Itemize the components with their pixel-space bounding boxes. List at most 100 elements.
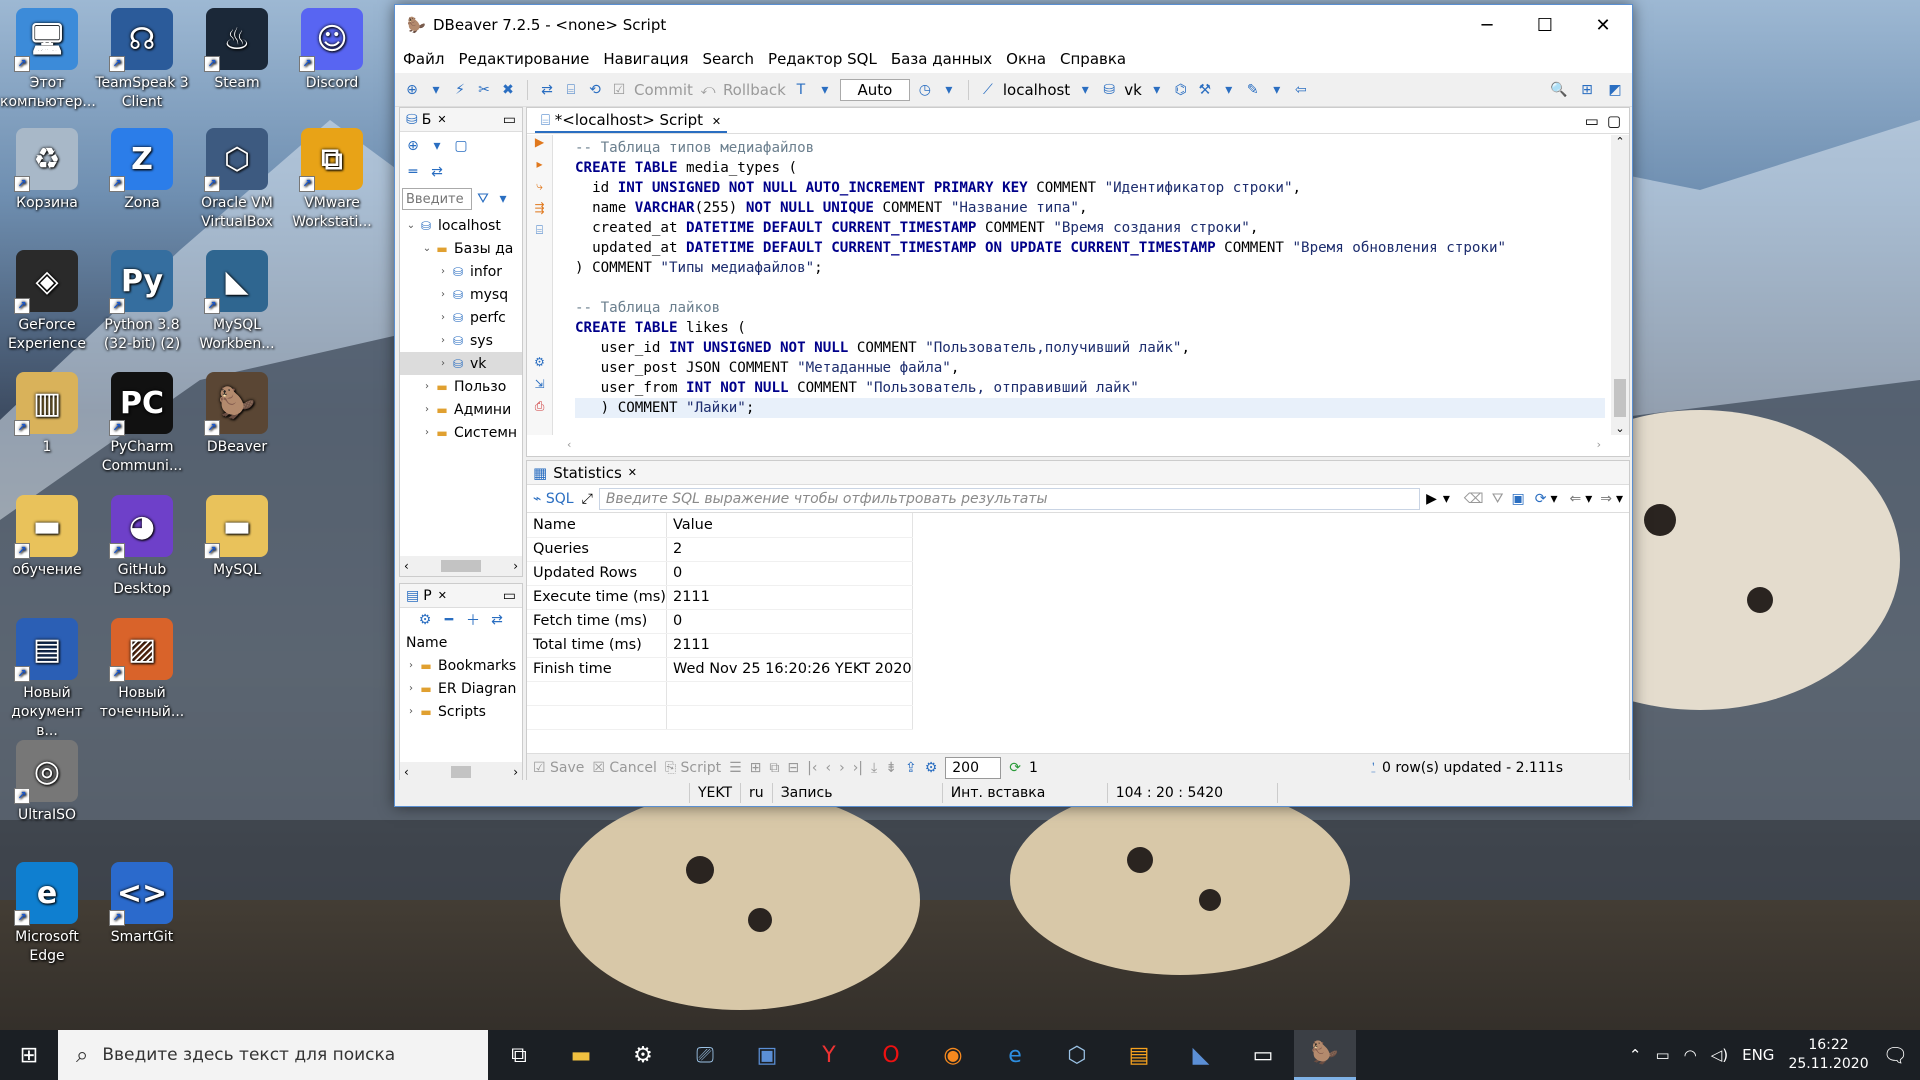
- desktop-icon[interactable]: ◣ ↗ MySQL Workben...: [190, 250, 284, 354]
- search-icon[interactable]: 🔍: [1550, 81, 1568, 99]
- results-tab-label[interactable]: Statistics: [553, 464, 622, 482]
- expand-icon[interactable]: ›: [404, 660, 418, 671]
- active-connection-select[interactable]: localhost: [1003, 81, 1070, 99]
- export-icon[interactable]: ⇲: [527, 377, 552, 399]
- navigator-tree-item[interactable]: › ▬ Пользо: [400, 375, 522, 398]
- new-connection-icon[interactable]: ⊕: [404, 137, 422, 155]
- perspective-icon[interactable]: ⊞: [1578, 81, 1596, 99]
- commit-mode-field[interactable]: Auto: [839, 78, 910, 101]
- edit-row-icon[interactable]: ☰: [729, 760, 742, 776]
- desktop-icon[interactable]: ⧉ ↗ VMware Workstati...: [285, 128, 379, 232]
- expand-icon[interactable]: ›: [420, 404, 434, 415]
- next-page-icon[interactable]: ›: [839, 760, 845, 776]
- desktop-icon[interactable]: ♨ ↗ Steam: [190, 8, 284, 93]
- remote-desktop-icon[interactable]: ⎚: [674, 1030, 736, 1080]
- desktop-icon[interactable]: ☊ ↗ TeamSpeak 3 Client: [95, 8, 189, 112]
- forward-icon[interactable]: ⇒: [1600, 491, 1612, 507]
- explain-icon[interactable]: ⌸: [527, 223, 552, 245]
- save-button[interactable]: ☑ Save: [533, 760, 584, 776]
- yandex-browser-icon[interactable]: Y: [798, 1030, 860, 1080]
- clear-filter-icon[interactable]: ⌫: [1464, 491, 1484, 507]
- close-icon[interactable]: ✕: [628, 466, 637, 479]
- menu-window[interactable]: Окна: [1006, 50, 1046, 68]
- title-bar[interactable]: 🦫 DBeaver 7.2.5 - <none> Script ─ ☐ ✕: [395, 5, 1632, 45]
- connect-icon[interactable]: ⚡: [451, 81, 469, 99]
- desktop-icon[interactable]: ◈ ↗ GeForce Experience: [0, 250, 94, 354]
- execute-new-tab-icon[interactable]: ▸: [527, 157, 552, 179]
- export-icon[interactable]: ⇪: [905, 760, 917, 776]
- navigator-tree-item[interactable]: ⌄ ▬ Базы да: [400, 237, 522, 260]
- mysql-workbench-icon[interactable]: ◣: [1170, 1030, 1232, 1080]
- result-filter-input[interactable]: Введите SQL выражение чтобы отфильтроват…: [598, 487, 1421, 510]
- sql-code[interactable]: -- Таблица типов медиафайлов CREATE TABLE…: [575, 138, 1605, 418]
- desktop-icon[interactable]: ◕ ↗ GitHub Desktop: [95, 495, 189, 599]
- desktop-icon[interactable]: ☺ ↗ Discord: [285, 8, 379, 93]
- last-page-icon[interactable]: ›|: [853, 760, 863, 776]
- fetch-size-input[interactable]: 200: [945, 756, 1002, 779]
- delete-row-icon[interactable]: ⊟: [787, 760, 799, 776]
- stat-name-cell[interactable]: Finish time: [527, 657, 667, 682]
- task-view-icon[interactable]: ⧉: [488, 1030, 550, 1080]
- expand-icon[interactable]: ›: [404, 683, 418, 694]
- language-indicator[interactable]: ENG: [1742, 1046, 1774, 1064]
- rollback-button[interactable]: Rollback: [723, 81, 786, 99]
- app-icon[interactable]: ▣: [736, 1030, 798, 1080]
- filter-settings-icon[interactable]: ⛛: [1492, 491, 1504, 507]
- table-row[interactable]: Updated Rows 0: [527, 561, 913, 586]
- menu-file[interactable]: Файл: [403, 50, 444, 68]
- desktop-icon[interactable]: ▬ ↗ обучение: [0, 495, 94, 580]
- expand-icon[interactable]: ›: [436, 289, 450, 300]
- expand-icon[interactable]: ›: [420, 381, 434, 392]
- link-icon[interactable]: ⇄: [428, 163, 446, 181]
- history-icon[interactable]: ◷: [916, 81, 934, 99]
- dropdown-icon[interactable]: ▾: [494, 190, 512, 208]
- expand-icon[interactable]: ›: [436, 358, 450, 369]
- battery-icon[interactable]: ▭: [1655, 1046, 1669, 1064]
- settings-icon[interactable]: ⚙: [527, 355, 552, 377]
- navigator-tree-item[interactable]: › ⛁ mysq: [400, 283, 522, 306]
- scroll-right-icon[interactable]: ›: [1597, 438, 1601, 456]
- dropdown-icon[interactable]: ▾: [940, 81, 958, 99]
- add-icon[interactable]: ＋: [464, 611, 482, 629]
- scroll-left-icon[interactable]: ‹: [404, 765, 409, 779]
- menu-help[interactable]: Справка: [1060, 50, 1126, 68]
- save-filter-icon[interactable]: ▣: [1511, 491, 1524, 507]
- fetch-next-icon[interactable]: ⤓: [871, 760, 877, 776]
- desktop-icon[interactable]: Z ↗ Zona: [95, 128, 189, 213]
- desktop-icon[interactable]: Py ↗ Python 3.8 (32-bit) (2): [95, 250, 189, 354]
- horizontal-scrollbar[interactable]: ‹ ›: [400, 556, 522, 576]
- column-header[interactable]: Name: [527, 513, 667, 538]
- stat-name-cell[interactable]: Fetch time (ms): [527, 609, 667, 634]
- taskbar-search[interactable]: ⌕ Введите здесь текст для поиска: [58, 1030, 488, 1080]
- commit-button[interactable]: Commit: [634, 81, 693, 99]
- dropdown-icon[interactable]: ▾: [816, 81, 834, 99]
- menu-navigate[interactable]: Навигация: [603, 50, 688, 68]
- desktop-icon[interactable]: ⬡ ↗ Oracle VM VirtualBox: [190, 128, 284, 232]
- table-row[interactable]: Queries 2: [527, 537, 913, 562]
- virtualbox-icon[interactable]: ⬡: [1046, 1030, 1108, 1080]
- scroll-thumb[interactable]: [441, 560, 481, 572]
- navigator-tree-item[interactable]: › ⛁ vk: [400, 352, 522, 375]
- desktop-icon[interactable]: <> ↗ SmartGit: [95, 862, 189, 947]
- navigator-filter-input[interactable]: [402, 188, 472, 210]
- minimize-button[interactable]: ─: [1458, 5, 1516, 45]
- refresh-icon[interactable]: ⟳: [1009, 760, 1021, 776]
- execute-script-new-tab-icon[interactable]: ⇶: [527, 201, 552, 223]
- scroll-left-icon[interactable]: ‹: [404, 559, 409, 573]
- maximize-icon[interactable]: ▢: [1607, 112, 1621, 130]
- new-connection-icon[interactable]: ⊕: [403, 81, 421, 99]
- desktop-icon[interactable]: ▬ ↗ MySQL: [190, 495, 284, 580]
- dropdown-icon[interactable]: ▾: [1148, 81, 1166, 99]
- copy-row-icon[interactable]: ⧉: [769, 760, 779, 776]
- menu-sql-editor[interactable]: Редактор SQL: [768, 50, 877, 68]
- navigator-tree-item[interactable]: › ▬ Системн: [400, 421, 522, 444]
- desktop-icon[interactable]: 🦫 ↗ DBeaver: [190, 372, 284, 457]
- file-explorer-icon[interactable]: ▬: [550, 1030, 612, 1080]
- expand-icon[interactable]: ›: [436, 266, 450, 277]
- invalidate-icon[interactable]: ✖: [499, 81, 517, 99]
- project-tree-item[interactable]: › ▬ Bookmarks: [400, 654, 522, 677]
- dbeaver-perspective-icon[interactable]: ◩: [1606, 81, 1624, 99]
- desktop-icon[interactable]: 🖥 ↗ Этот компьютер...: [0, 8, 96, 112]
- desktop-icon[interactable]: ♻ ↗ Корзина: [0, 128, 94, 213]
- show-hidden-icons-icon[interactable]: ⌃: [1629, 1046, 1642, 1064]
